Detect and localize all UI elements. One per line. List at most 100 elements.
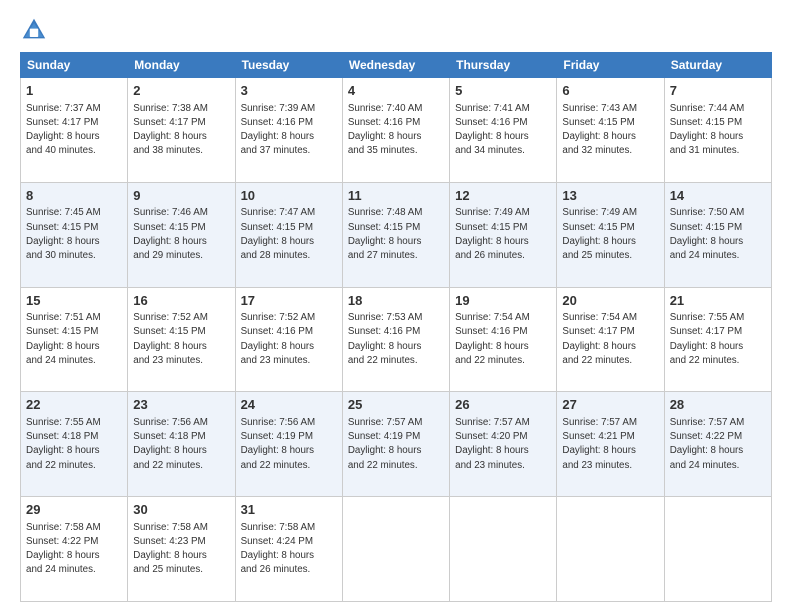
day-number: 22 xyxy=(26,396,122,414)
calendar-cell: 19 Sunrise: 7:54 AMSunset: 4:16 PMDayligh… xyxy=(450,287,557,392)
calendar-cell: 16Sunrise: 7:52 AMSunset: 4:15 PMDayligh… xyxy=(128,287,235,392)
calendar-table: SundayMondayTuesdayWednesdayThursdayFrid… xyxy=(20,52,772,602)
calendar-cell: 3 Sunrise: 7:39 AMSunset: 4:16 PMDaylight… xyxy=(235,78,342,183)
day-number: 31 xyxy=(241,501,337,519)
day-number: 17 xyxy=(241,292,337,310)
day-info: Sunrise: 7:57 AMSunset: 4:22 PMDaylight:… xyxy=(670,417,745,471)
day-info: Sunrise: 7:43 AMSunset: 4:15 PMDaylight:… xyxy=(562,103,637,157)
calendar-cell: 26Sunrise: 7:57 AMSunset: 4:20 PMDayligh… xyxy=(450,392,557,497)
day-info: Sunrise: 7:40 AMSunset: 4:16 PMDaylight:… xyxy=(348,103,423,157)
calendar-cell: 27 Sunrise: 7:57 AMSunset: 4:21 PMDayligh… xyxy=(557,392,664,497)
col-header-wednesday: Wednesday xyxy=(342,53,449,78)
day-number: 12 xyxy=(455,187,551,205)
day-info: Sunrise: 7:54 AMSunset: 4:16 PMDaylight:… xyxy=(455,312,530,366)
header xyxy=(20,16,772,44)
calendar-cell: 11 Sunrise: 7:48 AMSunset: 4:15 PMDayligh… xyxy=(342,182,449,287)
calendar-cell: 29 Sunrise: 7:58 AMSunset: 4:22 PMDayligh… xyxy=(21,497,128,602)
calendar-cell: 22 Sunrise: 7:55 AMSunset: 4:18 PMDayligh… xyxy=(21,392,128,497)
calendar-week-5: 29 Sunrise: 7:58 AMSunset: 4:22 PMDayligh… xyxy=(21,497,772,602)
day-info: Sunrise: 7:49 AMSunset: 4:15 PMDaylight:… xyxy=(455,207,530,261)
day-info: Sunrise: 7:58 AMSunset: 4:24 PMDaylight:… xyxy=(241,522,316,576)
logo-icon xyxy=(20,16,48,44)
calendar-cell: 5 Sunrise: 7:41 AMSunset: 4:16 PMDaylight… xyxy=(450,78,557,183)
day-number: 14 xyxy=(670,187,766,205)
calendar-week-3: 15Sunrise: 7:51 AMSunset: 4:15 PMDayligh… xyxy=(21,287,772,392)
day-info: Sunrise: 7:37 AMSunset: 4:17 PMDaylight:… xyxy=(26,103,101,157)
calendar-cell: 13 Sunrise: 7:49 AMSunset: 4:15 PMDayligh… xyxy=(557,182,664,287)
calendar-week-4: 22 Sunrise: 7:55 AMSunset: 4:18 PMDayligh… xyxy=(21,392,772,497)
day-info: Sunrise: 7:57 AMSunset: 4:21 PMDaylight:… xyxy=(562,417,637,471)
calendar-cell: 12 Sunrise: 7:49 AMSunset: 4:15 PMDayligh… xyxy=(450,182,557,287)
calendar-cell: 28 Sunrise: 7:57 AMSunset: 4:22 PMDayligh… xyxy=(664,392,771,497)
day-info: Sunrise: 7:44 AMSunset: 4:15 PMDaylight:… xyxy=(670,103,745,157)
day-info: Sunrise: 7:48 AMSunset: 4:15 PMDaylight:… xyxy=(348,207,423,261)
col-header-sunday: Sunday xyxy=(21,53,128,78)
day-number: 21 xyxy=(670,292,766,310)
day-number: 29 xyxy=(26,501,122,519)
calendar-cell: 31 Sunrise: 7:58 AMSunset: 4:24 PMDayligh… xyxy=(235,497,342,602)
calendar-cell: 25 Sunrise: 7:57 AMSunset: 4:19 PMDayligh… xyxy=(342,392,449,497)
calendar-cell: 21Sunrise: 7:55 AMSunset: 4:17 PMDayligh… xyxy=(664,287,771,392)
day-number: 19 xyxy=(455,292,551,310)
day-number: 13 xyxy=(562,187,658,205)
day-info: Sunrise: 7:49 AMSunset: 4:15 PMDaylight:… xyxy=(562,207,637,261)
calendar-header-row: SundayMondayTuesdayWednesdayThursdayFrid… xyxy=(21,53,772,78)
calendar-cell xyxy=(342,497,449,602)
calendar-cell: 24 Sunrise: 7:56 AMSunset: 4:19 PMDayligh… xyxy=(235,392,342,497)
day-number: 9 xyxy=(133,187,229,205)
day-info: Sunrise: 7:38 AMSunset: 4:17 PMDaylight:… xyxy=(133,103,208,157)
page: SundayMondayTuesdayWednesdayThursdayFrid… xyxy=(0,0,792,612)
day-number: 25 xyxy=(348,396,444,414)
day-info: Sunrise: 7:58 AMSunset: 4:23 PMDaylight:… xyxy=(133,522,208,576)
day-number: 3 xyxy=(241,82,337,100)
day-info: Sunrise: 7:41 AMSunset: 4:16 PMDaylight:… xyxy=(455,103,530,157)
calendar-cell: 10 Sunrise: 7:47 AMSunset: 4:15 PMDayligh… xyxy=(235,182,342,287)
col-header-thursday: Thursday xyxy=(450,53,557,78)
calendar-cell: 6 Sunrise: 7:43 AMSunset: 4:15 PMDaylight… xyxy=(557,78,664,183)
day-number: 8 xyxy=(26,187,122,205)
day-info: Sunrise: 7:50 AMSunset: 4:15 PMDaylight:… xyxy=(670,207,745,261)
logo xyxy=(20,16,52,44)
day-number: 20 xyxy=(562,292,658,310)
day-info: Sunrise: 7:45 AMSunset: 4:15 PMDaylight:… xyxy=(26,207,101,261)
day-number: 30 xyxy=(133,501,229,519)
day-number: 23 xyxy=(133,396,229,414)
day-number: 27 xyxy=(562,396,658,414)
calendar-cell: 9Sunrise: 7:46 AMSunset: 4:15 PMDaylight… xyxy=(128,182,235,287)
day-number: 6 xyxy=(562,82,658,100)
col-header-friday: Friday xyxy=(557,53,664,78)
day-info: Sunrise: 7:56 AMSunset: 4:19 PMDaylight:… xyxy=(241,417,316,471)
day-info: Sunrise: 7:56 AMSunset: 4:18 PMDaylight:… xyxy=(133,417,208,471)
day-number: 18 xyxy=(348,292,444,310)
day-info: Sunrise: 7:52 AMSunset: 4:15 PMDaylight:… xyxy=(133,312,208,366)
calendar-cell: 14 Sunrise: 7:50 AMSunset: 4:15 PMDayligh… xyxy=(664,182,771,287)
day-number: 5 xyxy=(455,82,551,100)
day-info: Sunrise: 7:55 AMSunset: 4:18 PMDaylight:… xyxy=(26,417,101,471)
day-number: 2 xyxy=(133,82,229,100)
calendar-week-1: 1 Sunrise: 7:37 AMSunset: 4:17 PMDaylight… xyxy=(21,78,772,183)
day-number: 15 xyxy=(26,292,122,310)
calendar-cell: 8 Sunrise: 7:45 AMSunset: 4:15 PMDaylight… xyxy=(21,182,128,287)
day-info: Sunrise: 7:39 AMSunset: 4:16 PMDaylight:… xyxy=(241,103,316,157)
calendar-cell xyxy=(557,497,664,602)
calendar-cell: 18 Sunrise: 7:53 AMSunset: 4:16 PMDayligh… xyxy=(342,287,449,392)
calendar-cell: 7Sunrise: 7:44 AMSunset: 4:15 PMDaylight… xyxy=(664,78,771,183)
calendar-cell: 20 Sunrise: 7:54 AMSunset: 4:17 PMDayligh… xyxy=(557,287,664,392)
day-info: Sunrise: 7:57 AMSunset: 4:19 PMDaylight:… xyxy=(348,417,423,471)
day-info: Sunrise: 7:47 AMSunset: 4:15 PMDaylight:… xyxy=(241,207,316,261)
day-info: Sunrise: 7:54 AMSunset: 4:17 PMDaylight:… xyxy=(562,312,637,366)
day-number: 10 xyxy=(241,187,337,205)
day-number: 28 xyxy=(670,396,766,414)
col-header-tuesday: Tuesday xyxy=(235,53,342,78)
day-number: 11 xyxy=(348,187,444,205)
day-number: 24 xyxy=(241,396,337,414)
col-header-saturday: Saturday xyxy=(664,53,771,78)
col-header-monday: Monday xyxy=(128,53,235,78)
day-info: Sunrise: 7:52 AMSunset: 4:16 PMDaylight:… xyxy=(241,312,316,366)
day-info: Sunrise: 7:58 AMSunset: 4:22 PMDaylight:… xyxy=(26,522,101,576)
calendar-cell: 15Sunrise: 7:51 AMSunset: 4:15 PMDayligh… xyxy=(21,287,128,392)
day-number: 1 xyxy=(26,82,122,100)
calendar-cell: 2 Sunrise: 7:38 AMSunset: 4:17 PMDaylight… xyxy=(128,78,235,183)
day-info: Sunrise: 7:53 AMSunset: 4:16 PMDaylight:… xyxy=(348,312,423,366)
day-number: 26 xyxy=(455,396,551,414)
